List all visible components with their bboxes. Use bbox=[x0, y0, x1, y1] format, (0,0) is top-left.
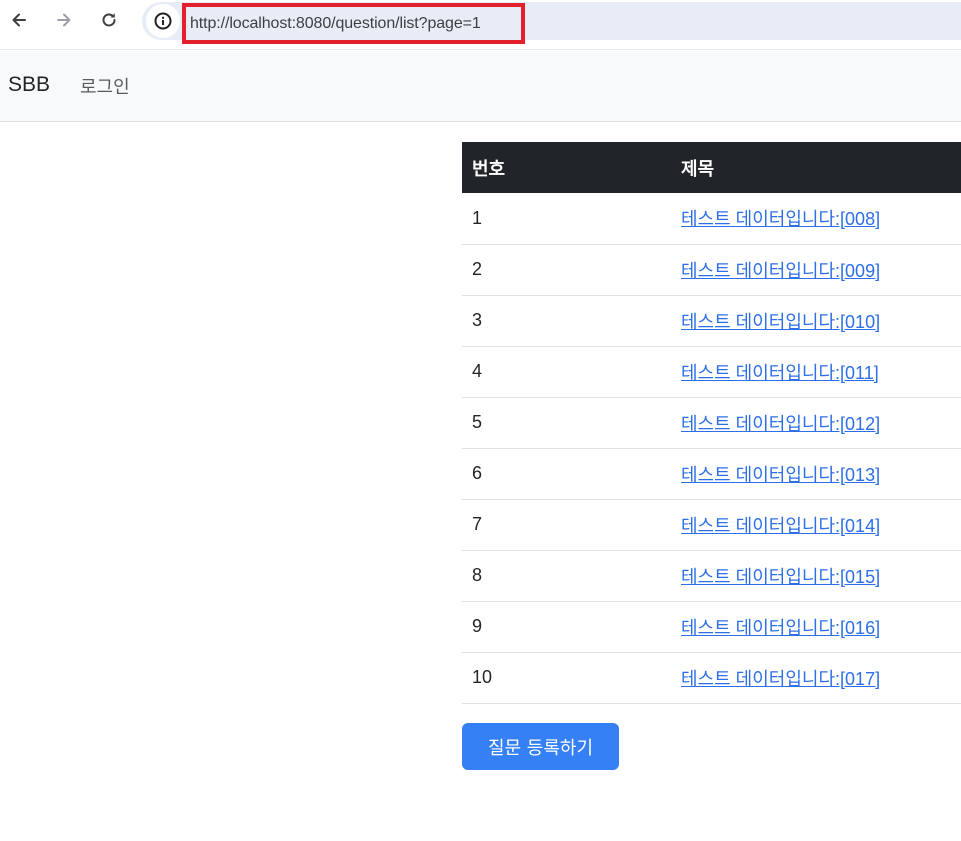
row-title-cell: 테스트 데이터입니다:[013] bbox=[671, 448, 961, 499]
row-number: 7 bbox=[472, 514, 483, 534]
browser-toolbar: http://localhost:8080/question/list?page… bbox=[0, 0, 961, 50]
row-number: 4 bbox=[472, 361, 483, 381]
reload-icon bbox=[102, 13, 116, 27]
back-button[interactable] bbox=[3, 4, 35, 36]
table-header-row: 번호 제목 bbox=[462, 142, 961, 193]
row-title-cell: 테스트 데이터입니다:[014] bbox=[671, 499, 961, 550]
question-title-link[interactable]: 테스트 데이터입니다:[008] bbox=[681, 209, 880, 229]
row-number: 5 bbox=[472, 412, 483, 432]
url-text[interactable]: http://localhost:8080/question/list?page… bbox=[190, 15, 481, 33]
question-title-link[interactable]: 테스트 데이터입니다:[017] bbox=[681, 669, 880, 689]
row-number: 8 bbox=[472, 565, 483, 585]
row-title-cell: 테스트 데이터입니다:[009] bbox=[671, 244, 961, 295]
question-title-link[interactable]: 테스트 데이터입니다:[010] bbox=[681, 312, 880, 332]
table-row: 7 테스트 데이터입니다:[014] bbox=[462, 499, 961, 550]
table-row: 3 테스트 데이터입니다:[010] bbox=[462, 295, 961, 346]
column-header-title: 제목 bbox=[681, 158, 715, 180]
question-title-link[interactable]: 테스트 데이터입니다:[015] bbox=[681, 567, 880, 587]
question-title-link[interactable]: 테스트 데이터입니다:[009] bbox=[681, 261, 880, 281]
row-number: 1 bbox=[472, 207, 483, 228]
table-row: 8 테스트 데이터입니다:[015] bbox=[462, 550, 961, 601]
table-row: 10 테스트 데이터입니다:[017] bbox=[462, 652, 961, 703]
row-title-cell: 테스트 데이터입니다:[012] bbox=[671, 397, 961, 448]
table-row: 9 테스트 데이터입니다:[016] bbox=[462, 601, 961, 652]
table-row: 1 테스트 데이터입니다:[008] bbox=[462, 193, 961, 244]
question-title-link[interactable]: 테스트 데이터입니다:[014] bbox=[681, 516, 880, 536]
url-highlight-box[interactable]: http://localhost:8080/question/list?page… bbox=[182, 3, 525, 44]
table-row: 2 테스트 데이터입니다:[009] bbox=[462, 244, 961, 295]
row-title-cell: 테스트 데이터입니다:[017] bbox=[671, 652, 961, 703]
app-navbar: SBB 로그인 bbox=[0, 51, 961, 122]
column-header-number: 번호 bbox=[472, 158, 506, 180]
row-number: 10 bbox=[472, 667, 493, 687]
arrow-right-icon bbox=[57, 13, 71, 27]
question-title-link[interactable]: 테스트 데이터입니다:[011] bbox=[681, 363, 879, 383]
row-title-cell: 테스트 데이터입니다:[016] bbox=[671, 601, 961, 652]
arrow-left-icon bbox=[12, 13, 26, 27]
table-row: 6 테스트 데이터입니다:[013] bbox=[462, 448, 961, 499]
row-number: 3 bbox=[472, 310, 483, 330]
row-title-cell: 테스트 데이터입니다:[011] bbox=[671, 346, 961, 397]
create-question-button[interactable]: 질문 등록하기 bbox=[462, 723, 619, 770]
row-number: 9 bbox=[472, 616, 483, 636]
table-row: 4 테스트 데이터입니다:[011] bbox=[462, 346, 961, 397]
reload-button[interactable] bbox=[93, 4, 125, 36]
question-list-table: 번호 제목 1 테스트 데이터입니다:[008] 2 테스트 데이터입니다:[009]… bbox=[462, 142, 961, 704]
row-title-cell: 테스트 데이터입니다:[015] bbox=[671, 550, 961, 601]
question-title-link[interactable]: 테스트 데이터입니다:[012] bbox=[681, 414, 880, 434]
info-icon bbox=[154, 12, 172, 30]
row-number: 2 bbox=[472, 259, 483, 279]
login-link[interactable]: 로그인 bbox=[80, 73, 130, 99]
row-number: 6 bbox=[472, 463, 483, 483]
brand-logo[interactable]: SBB bbox=[8, 73, 50, 97]
table-row: 5 테스트 데이터입니다:[012] bbox=[462, 397, 961, 448]
forward-button[interactable] bbox=[48, 4, 80, 36]
table-body: 1 테스트 데이터입니다:[008] 2 테스트 데이터입니다:[009] 3 테스트 데… bbox=[462, 193, 961, 703]
site-info-button[interactable] bbox=[146, 4, 180, 38]
row-title-cell: 테스트 데이터입니다:[008] bbox=[671, 193, 961, 244]
question-title-link[interactable]: 테스트 데이터입니다:[016] bbox=[681, 618, 880, 638]
row-title-cell: 테스트 데이터입니다:[010] bbox=[671, 295, 961, 346]
question-title-link[interactable]: 테스트 데이터입니다:[013] bbox=[681, 465, 880, 485]
